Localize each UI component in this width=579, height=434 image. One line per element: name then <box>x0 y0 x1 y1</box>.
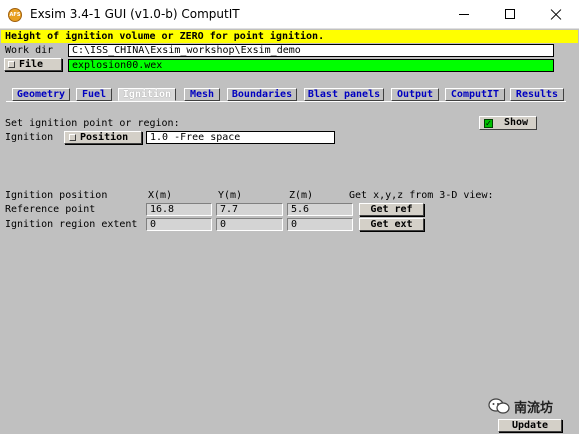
x-column-header: X(m) <box>148 190 173 201</box>
tab-geometry[interactable]: Geometry <box>12 88 70 101</box>
ignition-mode-field[interactable]: 1.0 -Free space <box>146 131 335 144</box>
extent-y-field[interactable]: 0 <box>216 218 283 231</box>
maximize-button[interactable] <box>487 0 533 29</box>
y-column-header: Y(m) <box>218 190 243 201</box>
tab-results[interactable]: Results <box>510 88 564 101</box>
maximize-icon <box>505 9 515 19</box>
get-ref-button[interactable]: Get ref <box>359 203 424 216</box>
title-bar: AFS Exsim 3.4-1 GUI (v1.0-b) ComputIT <box>0 0 579 29</box>
reference-y-field[interactable]: 7.7 <box>216 203 283 216</box>
workdir-label: Work dir <box>5 45 54 56</box>
button-mark-icon <box>8 61 15 68</box>
watermark-text: 南流坊 <box>514 401 554 416</box>
set-ignition-label: Set ignition point or region: <box>5 118 180 129</box>
workdir-field[interactable]: C:\ISS_CHINA\Exsim_workshop\Exsim_demo <box>68 44 554 57</box>
minimize-icon <box>459 14 469 15</box>
tab-divider <box>6 101 566 102</box>
hint-bar: Height of ignition volume or ZERO for po… <box>1 30 578 43</box>
show-toggle[interactable]: ✓ Show <box>479 116 537 130</box>
close-button[interactable] <box>533 0 579 29</box>
ignition-label: Ignition <box>5 132 54 143</box>
ignition-position-label: Ignition position <box>5 190 108 201</box>
ignition-mode-button[interactable]: Position <box>64 131 142 144</box>
file-button[interactable]: File <box>4 58 62 71</box>
wechat-icon <box>488 398 510 414</box>
tab-fuel[interactable]: Fuel <box>76 88 112 101</box>
z-column-header: Z(m) <box>289 190 314 201</box>
reference-z-field[interactable]: 5.6 <box>287 203 353 216</box>
checkbox-checked-icon: ✓ <box>484 119 493 128</box>
get-ext-button[interactable]: Get ext <box>359 218 424 231</box>
tab-mesh[interactable]: Mesh <box>184 88 220 101</box>
reference-x-field[interactable]: 16.8 <box>146 203 212 216</box>
tab-ignition[interactable]: Ignition <box>118 88 176 101</box>
tab-computit[interactable]: ComputIT <box>445 88 505 101</box>
window-title: Exsim 3.4-1 GUI (v1.0-b) ComputIT <box>30 7 240 21</box>
extent-z-field[interactable]: 0 <box>287 218 353 231</box>
extent-x-field[interactable]: 0 <box>146 218 212 231</box>
update-button[interactable]: Update <box>498 419 562 432</box>
app-icon: AFS <box>8 8 22 22</box>
minimize-button[interactable] <box>441 0 487 29</box>
ignition-region-extent-label: Ignition region extent <box>5 219 138 230</box>
file-field[interactable]: explosion00.wex <box>68 59 554 72</box>
get-xyz-hint: Get x,y,z from 3-D view: <box>349 190 494 201</box>
tab-blast-panels[interactable]: Blast panels <box>304 88 384 101</box>
tab-boundaries[interactable]: Boundaries <box>227 88 297 101</box>
button-mark-icon <box>69 134 76 141</box>
tab-output[interactable]: Output <box>391 88 439 101</box>
show-label: Show <box>504 117 529 128</box>
reference-point-label: Reference point <box>5 204 96 215</box>
